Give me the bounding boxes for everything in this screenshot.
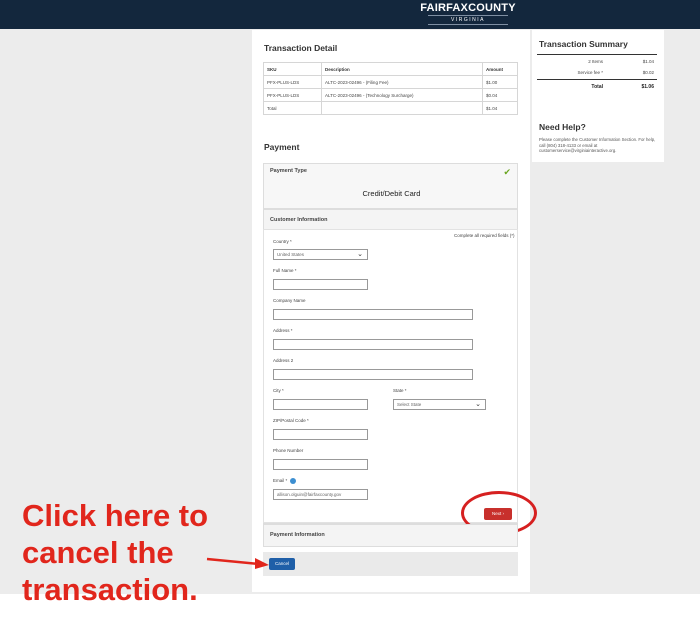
cell-total-amount: $1.04	[482, 101, 518, 115]
company-name-label: Company Name	[273, 298, 306, 303]
country-label: Country *	[273, 239, 292, 244]
summary-items-label: 2 Items	[588, 59, 603, 64]
table-row: PFX-PLUS-LDS ALTC-2023-02496 - (Filing F…	[263, 75, 518, 89]
summary-items-value: $1.04	[642, 59, 654, 64]
customer-information-label: Customer Information	[270, 217, 328, 223]
cell-description: ALTC-2023-02496 - (Filing Fee)	[321, 75, 483, 89]
transaction-detail-table: SKU Description Amount PFX-PLUS-LDS ALTC…	[263, 62, 518, 115]
cell-amount: $0.04	[482, 88, 518, 102]
cell-total-label: Total	[263, 101, 322, 115]
summary-fee-value: $0.02	[642, 70, 654, 75]
chevron-down-icon: ⌄	[475, 401, 481, 408]
city-label: City *	[273, 388, 284, 393]
address2-label: Address 2	[273, 358, 294, 363]
chevron-down-icon: ⌄	[357, 251, 363, 258]
summary-fee-label: Service fee *	[577, 70, 603, 75]
top-header: FAIRFAXCOUNTY VIRGINIA	[0, 0, 700, 29]
summary-total-label: Total	[591, 84, 603, 90]
info-icon[interactable]	[289, 478, 296, 484]
country-select[interactable]: United States ⌄	[273, 249, 368, 260]
address2-input[interactable]	[273, 369, 473, 380]
address-input[interactable]	[273, 339, 473, 350]
state-label: State *	[393, 388, 407, 393]
full-name-label: Full Name *	[273, 268, 297, 273]
cell-amount: $1.00	[482, 75, 518, 89]
required-fields-note: Complete all required fields (*)	[454, 233, 515, 238]
payment-type-value: Credit/Debit Card	[362, 189, 421, 198]
logo-sub-text: VIRGINIA	[428, 15, 508, 25]
cell-empty	[321, 101, 483, 115]
zip-code-label: ZIP/Postal Code *	[273, 418, 309, 423]
cancel-button[interactable]: Cancel	[269, 558, 295, 570]
need-help-title: Need Help?	[539, 122, 586, 132]
transaction-summary-title: Transaction Summary	[539, 39, 628, 49]
cell-description: ALTC-2023-02496 - (Technology Surcharge)	[321, 88, 483, 102]
zip-code-input[interactable]	[273, 429, 368, 440]
table-total-row: Total $1.04	[263, 101, 518, 115]
phone-number-input[interactable]	[273, 459, 368, 470]
transaction-detail-title: Transaction Detail	[264, 43, 338, 53]
logo-main-text: FAIRFAXCOUNTY	[420, 2, 516, 14]
state-select[interactable]: Select State ⌄	[393, 399, 486, 410]
table-row: PFX-PLUS-LDS ALTC-2023-02496 - (Technolo…	[263, 88, 518, 102]
payment-information-section: Payment Information	[263, 524, 518, 547]
payment-type-section: Payment Type ✔ Credit/Debit Card	[263, 163, 518, 209]
summary-divider	[537, 79, 657, 80]
column-header-sku: SKU	[263, 62, 322, 76]
state-value: Select State	[397, 402, 422, 407]
phone-number-label: Phone Number	[273, 448, 304, 453]
payment-type-label: Payment Type	[270, 168, 307, 174]
column-header-description: Description	[321, 62, 483, 76]
cell-sku: PFX-PLUS-LDS	[263, 88, 322, 102]
need-help-text: Please complete the Customer Information…	[539, 137, 656, 154]
column-header-amount: Amount	[482, 62, 518, 76]
payment-information-label: Payment Information	[270, 532, 325, 538]
email-label-text: Email *	[273, 478, 288, 484]
full-name-input[interactable]	[273, 279, 368, 290]
cell-sku: PFX-PLUS-LDS	[263, 75, 322, 89]
city-input[interactable]	[273, 399, 368, 410]
form-footer	[263, 552, 518, 576]
country-value: United States	[277, 252, 305, 257]
email-label: Email *	[273, 478, 296, 484]
annotation-arrow-icon	[206, 557, 269, 569]
payment-title: Payment	[264, 142, 300, 152]
summary-divider	[537, 54, 657, 55]
address-label: Address *	[273, 328, 293, 333]
table-header-row: SKU Description Amount	[263, 62, 518, 76]
company-name-input[interactable]	[273, 309, 473, 320]
checkmark-icon: ✔	[503, 167, 511, 177]
email-value: allison.olguin@fairfaxcounty.gov	[277, 492, 342, 497]
email-input[interactable]: allison.olguin@fairfaxcounty.gov	[273, 489, 368, 500]
summary-total-value: $1.06	[641, 84, 654, 90]
fairfax-county-logo[interactable]: FAIRFAXCOUNTY VIRGINIA	[414, 2, 522, 25]
